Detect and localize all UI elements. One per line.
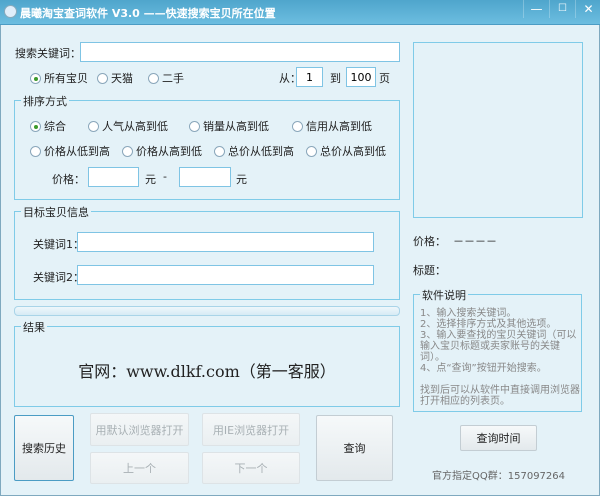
result-group-title: 结果	[21, 319, 47, 335]
sort-radio-total-asc[interactable]: 总价从低到高	[214, 143, 294, 159]
sort-radio-total-desc[interactable]: 总价从高到低	[306, 143, 386, 159]
radio-checked-icon	[30, 72, 41, 84]
maximize-button[interactable]: ☐	[549, 0, 575, 18]
sort-radio-default[interactable]: 综合	[30, 118, 66, 134]
previous-button[interactable]: 上一个	[90, 452, 189, 484]
notes-group-title: 软件说明	[420, 287, 468, 303]
radio-label: 价格从低到高	[44, 145, 110, 158]
to-label: 到	[330, 72, 341, 85]
scope-radio-used[interactable]: 二手	[148, 70, 184, 86]
sort-radio-credit[interactable]: 信用从高到低	[292, 118, 372, 134]
search-keyword-label: 搜索关键词：	[15, 47, 81, 60]
radio-label: 总价从低到高	[228, 145, 294, 158]
target-group-title: 目标宝贝信息	[21, 204, 91, 220]
keyword2-input[interactable]	[77, 265, 374, 285]
next-button[interactable]: 下一个	[202, 452, 300, 484]
window-title: 晨曦淘宝查词软件 V3.0 ——快速搜索宝贝所在位置	[20, 7, 276, 20]
price-label: 价格：	[52, 173, 85, 186]
progress-bar	[14, 306, 400, 316]
to-page-input[interactable]	[346, 67, 376, 87]
item-price-label: 价格：	[413, 235, 446, 248]
close-button[interactable]: ✕	[575, 0, 600, 18]
search-history-button[interactable]: 搜索历史	[14, 415, 74, 481]
query-time-button[interactable]: 查询时间	[460, 425, 537, 451]
radio-label: 综合	[44, 120, 66, 133]
sort-radio-sales[interactable]: 销量从高到低	[189, 118, 269, 134]
radio-label: 二手	[162, 72, 184, 85]
radio-label: 价格从高到低	[136, 145, 202, 158]
keyword1-input[interactable]	[77, 232, 374, 252]
radio-icon	[306, 145, 317, 157]
radio-label: 信用从高到低	[306, 120, 372, 133]
page-label: 页	[379, 72, 390, 85]
radio-icon	[30, 145, 41, 157]
sort-radio-price-asc[interactable]: 价格从低到高	[30, 143, 110, 159]
sort-group-title: 排序方式	[21, 93, 69, 109]
price-max-input[interactable]	[179, 167, 231, 187]
item-title-label: 标题：	[413, 264, 446, 277]
radio-checked-icon	[30, 120, 41, 132]
scope-radio-tmall[interactable]: 天猫	[97, 70, 133, 86]
query-button[interactable]: 查询	[316, 415, 393, 481]
price-unit-label: 元	[236, 173, 247, 186]
radio-label: 所有宝贝	[44, 72, 88, 85]
open-default-browser-button[interactable]: 用默认浏览器打开	[90, 413, 189, 446]
sort-radio-price-desc[interactable]: 价格从高到低	[122, 143, 202, 159]
sort-radio-popularity[interactable]: 人气从高到低	[88, 118, 168, 134]
price-min-input[interactable]	[88, 167, 139, 187]
radio-label: 总价从高到低	[320, 145, 386, 158]
result-text: 官网：www.dlkf.com（第一客服）	[78, 362, 336, 381]
item-image-box	[413, 42, 583, 218]
app-icon	[4, 5, 17, 18]
radio-icon	[97, 72, 108, 84]
radio-icon	[122, 145, 133, 157]
radio-icon	[148, 72, 159, 84]
title-bar[interactable]: 晨曦淘宝查词软件 V3.0 ——快速搜索宝贝所在位置 — ☐ ✕	[0, 0, 600, 25]
open-ie-button[interactable]: 用IE浏览器打开	[202, 413, 300, 446]
scope-radio-all[interactable]: 所有宝贝	[30, 70, 88, 86]
notes-text: 1、输入搜索关键词。 2、选择排序方式及其他选项。 3、输入要查找的宝贝关键词（…	[420, 308, 580, 407]
qq-group-text: 官方指定QQ群：157097264	[432, 471, 566, 482]
radio-icon	[214, 145, 225, 157]
price-separator: -	[163, 170, 167, 183]
target-group: 目标宝贝信息	[14, 204, 400, 300]
from-page-input[interactable]	[296, 67, 323, 87]
search-keyword-input[interactable]	[80, 42, 400, 62]
radio-label: 人气从高到低	[102, 120, 168, 133]
radio-label: 天猫	[111, 72, 133, 85]
radio-icon	[292, 120, 303, 132]
minimize-button[interactable]: —	[523, 0, 549, 18]
radio-icon	[189, 120, 200, 132]
radio-icon	[88, 120, 99, 132]
item-price-value: －－－－	[453, 235, 497, 248]
radio-label: 销量从高到低	[203, 120, 269, 133]
price-unit-label: 元	[145, 173, 156, 186]
